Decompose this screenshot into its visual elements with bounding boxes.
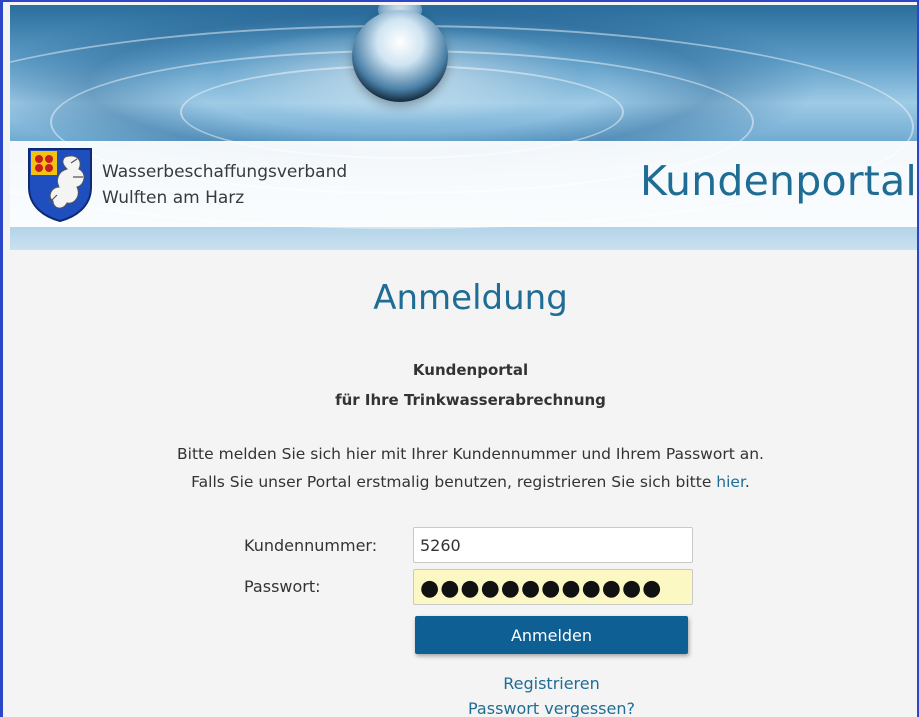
browser-frame: Wasserbeschaffungsverband Wulften am Har… bbox=[0, 0, 919, 717]
password-input[interactable] bbox=[413, 569, 693, 605]
register-link-row: Registrieren bbox=[3, 674, 917, 693]
register-here-link[interactable]: hier bbox=[716, 473, 745, 491]
register-link[interactable]: Registrieren bbox=[503, 674, 600, 693]
customer-number-label: Kundennummer: bbox=[244, 536, 378, 555]
customer-number-input[interactable] bbox=[413, 527, 693, 563]
org-name-line1: Wasserbeschaffungsverband bbox=[102, 162, 348, 182]
info-text-suffix: . bbox=[744, 473, 750, 491]
forgot-password-link-row: Passwort vergessen? bbox=[3, 699, 917, 717]
page-heading: Anmeldung bbox=[373, 278, 568, 318]
portal-title: Kundenportal bbox=[639, 157, 917, 205]
org-name-line2: Wulften am Harz bbox=[102, 188, 245, 208]
forgot-password-link[interactable]: Passwort vergessen? bbox=[468, 699, 635, 717]
subtitle-line2: für Ihre Trinkwasserabrechnung bbox=[335, 391, 606, 409]
login-section: Anmeldung Kundenportal für Ihre Trinkwas… bbox=[3, 250, 917, 717]
info-text-line2: Falls Sie unser Portal erstmalig benutze… bbox=[3, 473, 917, 491]
coat-of-arms-logo bbox=[28, 148, 92, 223]
login-button[interactable]: Anmelden bbox=[415, 616, 688, 654]
subtitle-line1: Kundenportal bbox=[412, 361, 529, 379]
water-drop-icon bbox=[352, 10, 448, 102]
info-text-prefix: Falls Sie unser Portal erstmalig benutze… bbox=[191, 473, 717, 491]
info-text-line1: Bitte melden Sie sich hier mit Ihrer Kun… bbox=[177, 445, 764, 463]
password-label: Passwort: bbox=[244, 577, 321, 596]
